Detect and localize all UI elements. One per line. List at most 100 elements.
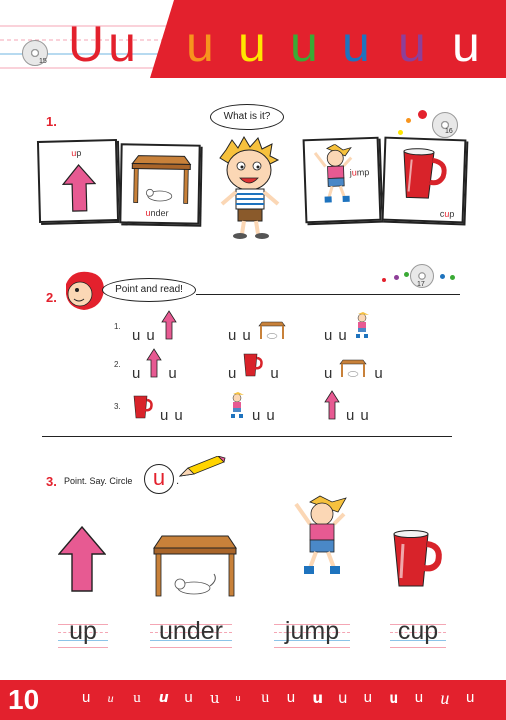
circled-letter: u xyxy=(144,464,174,494)
header-letter-u: u xyxy=(398,16,426,72)
letter-u: u xyxy=(270,365,279,382)
reading-group[interactable]: uu xyxy=(132,310,177,344)
footer-letter-u: u xyxy=(286,689,296,706)
cd-track-number: 16 xyxy=(445,128,453,135)
reading-group[interactable]: uu xyxy=(324,312,371,344)
footer-letter-u: u xyxy=(389,689,399,707)
card-jump[interactable]: jump xyxy=(302,136,382,224)
reading-group[interactable]: uu xyxy=(132,348,177,382)
table-icon xyxy=(338,358,368,382)
reading-group[interactable]: uu xyxy=(324,390,369,424)
footer-letter-u: u xyxy=(414,689,424,706)
pencil-icon xyxy=(178,456,226,477)
card-jump-word: jump xyxy=(349,167,370,178)
arrow-icon xyxy=(160,310,177,344)
row-number: 2. xyxy=(114,360,121,369)
header-letter-u: u xyxy=(290,16,318,72)
section-2-number: 2. xyxy=(46,290,57,305)
card-up[interactable]: up xyxy=(36,138,120,224)
card-under[interactable]: under xyxy=(119,143,201,225)
row-number: 1. xyxy=(114,322,121,331)
circled-letter-u: u xyxy=(152,465,166,490)
cup-picture[interactable] xyxy=(390,530,444,590)
reading-group[interactable]: uu xyxy=(228,392,275,424)
arrow-icon xyxy=(324,390,340,424)
letter-u: u xyxy=(252,407,261,424)
letter-u: u xyxy=(228,365,237,382)
section-1-number: 1. xyxy=(46,114,57,129)
section-3-number: 3. xyxy=(46,474,57,489)
footer-letter-u: u xyxy=(338,689,348,707)
decorative-dot xyxy=(406,118,411,123)
letter-u: u xyxy=(374,365,383,382)
letter-u: u xyxy=(324,365,333,382)
card-cup-word: cup xyxy=(439,208,455,220)
footer-letter-u: u xyxy=(158,690,169,706)
card-up-word: up xyxy=(71,147,82,159)
writing-line-jump[interactable]: jump xyxy=(274,617,350,648)
footer-letter-u: u xyxy=(440,688,450,708)
table-with-cat-picture[interactable] xyxy=(148,532,240,598)
letter-u: u xyxy=(346,407,355,424)
reading-group[interactable]: uu xyxy=(132,394,183,424)
page-number: 10 xyxy=(8,684,40,715)
header-letter-u: u xyxy=(452,16,480,72)
footer-letter-u: u xyxy=(133,690,141,706)
letter-u: u xyxy=(228,327,237,344)
footer-letter-u: u xyxy=(210,689,220,707)
letter-u: u xyxy=(160,407,169,424)
cd-track-number: 17 xyxy=(417,281,425,288)
boy-character-illustration xyxy=(219,135,280,239)
arrow-up-icon xyxy=(61,164,97,212)
footer-bar xyxy=(0,680,506,720)
cup-icon xyxy=(132,394,154,424)
letter-u: u xyxy=(360,407,369,424)
section-divider xyxy=(42,436,452,437)
reading-group[interactable]: uu xyxy=(228,352,279,382)
footer-letter-u: u xyxy=(363,689,372,706)
decorative-dot xyxy=(404,272,409,277)
arrow-up-picture[interactable] xyxy=(58,526,106,592)
section-2-rule xyxy=(196,294,460,295)
header-big-letters: Uu xyxy=(68,16,140,72)
decorative-dot xyxy=(450,275,455,280)
word-under: under xyxy=(159,617,223,645)
writing-line-cup[interactable]: cup xyxy=(390,617,446,648)
footer-letter-u: u xyxy=(82,689,91,706)
section-3-instruction: Point. Say. Circle xyxy=(64,476,133,486)
letter-u: u xyxy=(146,327,155,344)
decorative-dot xyxy=(394,275,399,280)
table-with-cat-icon xyxy=(131,155,192,204)
word-up: up xyxy=(69,617,97,645)
cd-track-number: 15 xyxy=(39,58,47,65)
row-number: 3. xyxy=(114,402,121,411)
girl-icon xyxy=(228,392,246,424)
letter-u: u xyxy=(168,365,177,382)
arrow-icon xyxy=(146,348,163,382)
letter-u: u xyxy=(132,365,141,382)
letter-u: u xyxy=(174,407,183,424)
decorative-dot xyxy=(382,278,386,282)
letter-u: u xyxy=(132,327,141,344)
header-letter-u: u xyxy=(238,16,266,72)
writing-line-up[interactable]: up xyxy=(58,617,108,648)
cup-icon xyxy=(242,352,264,382)
decorative-dot xyxy=(440,274,445,279)
reading-group[interactable]: uu xyxy=(228,314,287,344)
decorative-dot xyxy=(418,110,427,119)
section-2-face-icon xyxy=(66,271,104,310)
word-cup: cup xyxy=(397,617,439,645)
point-and-read-bubble: Point and read! xyxy=(102,278,196,302)
card-cup[interactable]: cup xyxy=(381,136,467,224)
table-icon xyxy=(257,320,287,344)
letter-u: u xyxy=(242,327,251,344)
footer-letter-u: u xyxy=(312,689,324,707)
girl-jumping-picture[interactable] xyxy=(290,494,350,578)
girl-icon xyxy=(353,312,371,344)
reading-group[interactable]: uu xyxy=(324,352,383,382)
letter-u: u xyxy=(324,327,333,344)
writing-line-under[interactable]: under xyxy=(150,617,232,648)
what-is-it-bubble: What is it? xyxy=(210,104,284,130)
letter-u: u xyxy=(338,327,347,344)
letter-u: u xyxy=(266,407,275,424)
